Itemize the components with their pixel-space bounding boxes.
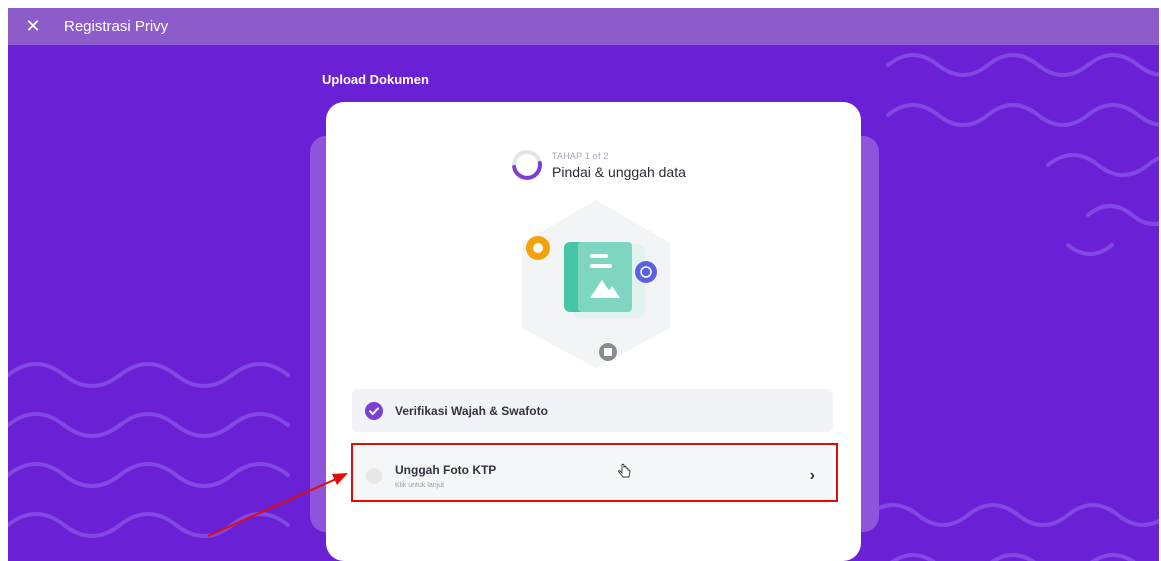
document-illustration (522, 200, 670, 368)
task-upload-ktp[interactable]: Unggah Foto KTP Klik untuk lanjut › (352, 447, 833, 504)
pending-circle-icon (366, 467, 382, 484)
step-text: TAHAP 1 of 2 Pindai & unggah data (552, 151, 686, 180)
task-title: Unggah Foto KTP (395, 462, 497, 477)
hand-cursor-icon (618, 463, 631, 478)
app-title: Registrasi Privy (64, 18, 169, 35)
task-body: Unggah Foto KTP Klik untuk lanjut (395, 463, 496, 489)
top-bar: ✕ Registrasi Privy (8, 8, 1159, 45)
app-window: ✕ Registrasi Privy Upload Dokumen TAHAP … (8, 8, 1159, 561)
upload-card: TAHAP 1 of 2 Pindai & unggah data Verifi… (326, 102, 861, 561)
page-heading: Upload Dokumen (322, 72, 429, 87)
step-progress-ring (512, 150, 542, 180)
check-circle-icon (365, 401, 383, 420)
task-subtitle: Klik untuk lanjut (395, 481, 445, 489)
chevron-right-icon: › (809, 467, 815, 484)
step-title: Pindai & unggah data (552, 163, 686, 180)
step-header: TAHAP 1 of 2 Pindai & unggah data (510, 148, 686, 182)
close-button[interactable]: ✕ (18, 8, 48, 45)
close-icon: ✕ (25, 16, 41, 36)
step-label: TAHAP 1 of 2 (552, 150, 609, 161)
fingerprint-badge-icon (635, 261, 657, 283)
task-title: Verifikasi Wajah & Swafoto (395, 403, 548, 418)
task-face-verification: Verifikasi Wajah & Swafoto (352, 389, 833, 432)
